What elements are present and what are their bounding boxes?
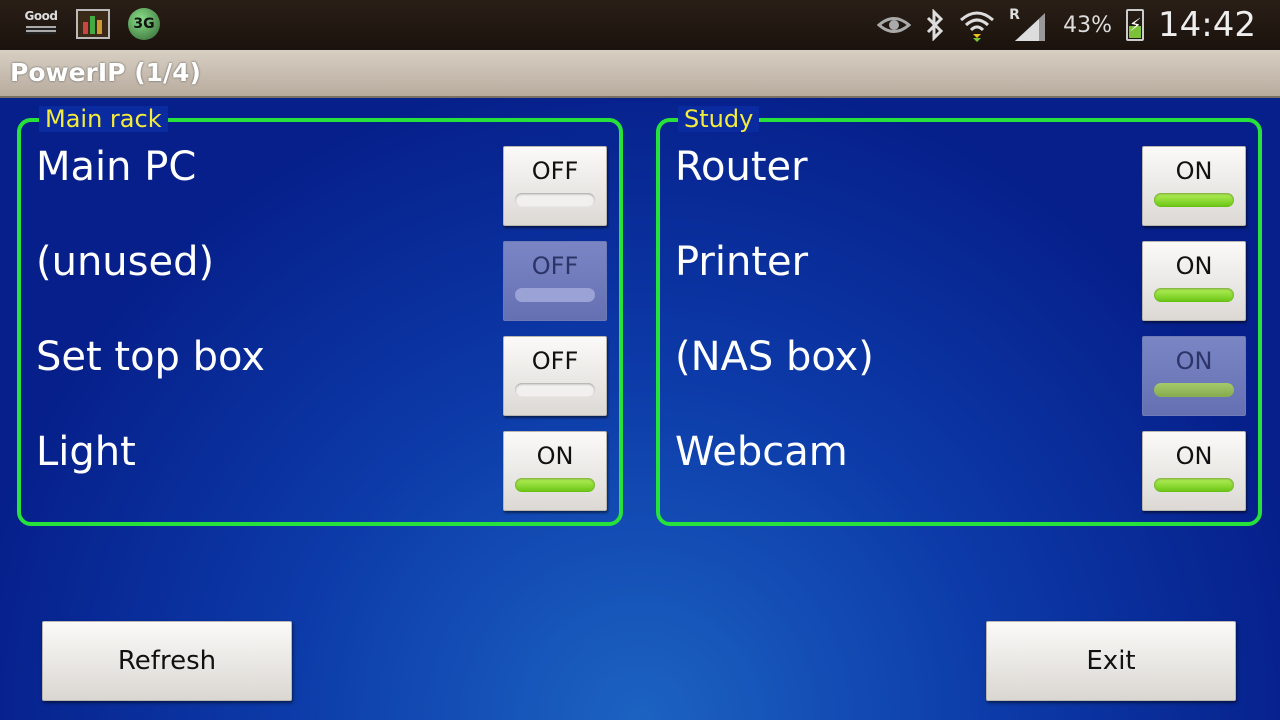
toggle-indicator [1154,383,1234,397]
toggle-indicator [1154,288,1234,302]
toggle-state: ON [1175,252,1213,280]
network-label: 3G [133,16,155,32]
switch-label: Set top box [36,334,265,380]
toggle-state: ON [536,442,574,470]
refresh-button[interactable]: Refresh [42,621,292,701]
switch-row: Webcam ON [660,415,1258,511]
toggle-indicator [1154,193,1234,207]
toggle-button[interactable]: ON [1142,241,1246,321]
wifi-icon [960,11,995,42]
clock: 14:42 [1158,5,1256,45]
toggle-indicator [515,478,595,492]
toggle-button: OFF [503,241,607,321]
toggle-indicator [515,383,595,397]
group-title: Main rack [39,106,168,132]
toggle-state: OFF [531,252,579,280]
switch-row: Main PC OFF [21,130,619,226]
toggle-button[interactable]: ON [1142,431,1246,511]
toggle-state: OFF [531,347,579,375]
toggle-state: ON [1175,442,1213,470]
toggle-button[interactable]: OFF [503,146,607,226]
switch-row: (unused) OFF [21,225,619,321]
good-label: Good [24,9,58,23]
switch-label: Router [675,144,808,190]
toggle-button[interactable]: ON [503,431,607,511]
switch-label: (NAS box) [675,334,874,380]
signal-icon: R [1009,7,1049,43]
status-bar: Good 3G R 43% ⚡ 14:42 [0,0,1280,50]
battery-icon: ⚡ [1126,9,1145,41]
3g-icon: 3G [128,8,160,40]
switch-row: (NAS box) ON [660,320,1258,416]
group-study: Study Router ON Printer ON (NAS box) ON … [656,106,1262,526]
main-content: Main rack Main PC OFF (unused) OFF Set t… [0,100,1280,720]
switch-row: Printer ON [660,225,1258,321]
group-main-rack: Main rack Main PC OFF (unused) OFF Set t… [17,106,623,526]
switch-label: Main PC [36,144,197,190]
switch-label: Light [36,429,136,475]
switch-row: Router ON [660,130,1258,226]
group-title: Study [678,106,760,132]
switch-row: Light ON [21,415,619,511]
eye-icon [877,17,912,33]
chart-icon [76,9,110,39]
app-title: PowerIP (1/4) [10,58,201,87]
toggle-state: OFF [531,157,579,185]
toggle-indicator [1154,478,1234,492]
toggle-state: ON [1175,347,1213,375]
switch-label: Webcam [675,429,848,475]
notification-icons: Good 3G [24,8,160,40]
good-icon: Good [24,9,58,39]
switch-row: Set top box OFF [21,320,619,416]
toggle-indicator [515,193,595,207]
switch-label: (unused) [36,239,215,285]
switch-label: Printer [675,239,809,285]
toggle-button: ON [1142,336,1246,416]
exit-button[interactable]: Exit [986,621,1236,701]
toggle-button[interactable]: ON [1142,146,1246,226]
toggle-state: ON [1175,157,1213,185]
toggle-button[interactable]: OFF [503,336,607,416]
title-bar: PowerIP (1/4) [0,50,1280,98]
bluetooth-icon [927,9,944,41]
system-icons: R 43% ⚡ 14:42 [877,4,1256,46]
battery-percent: 43% [1063,12,1113,38]
toggle-indicator [515,288,595,302]
